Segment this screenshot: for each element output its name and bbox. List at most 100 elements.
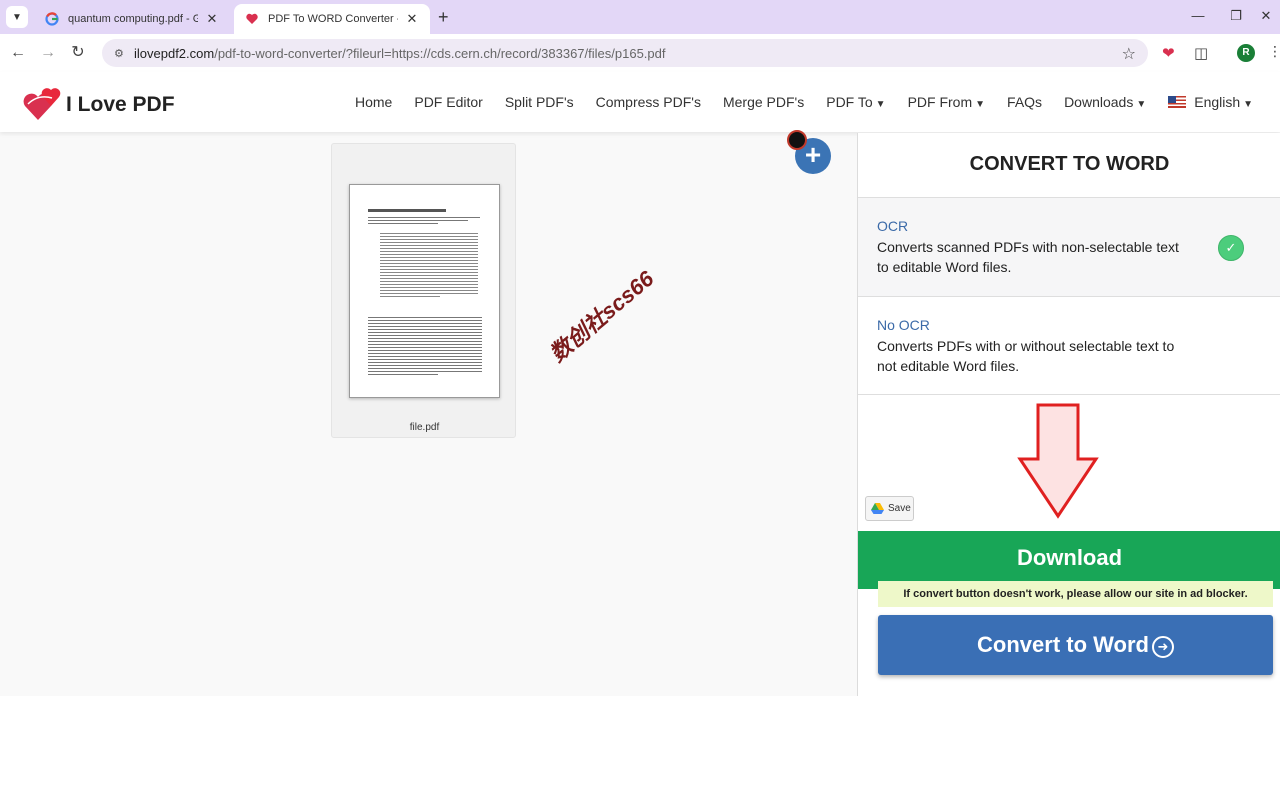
watermark-text: 数创社scs66 <box>544 265 659 367</box>
site-logo[interactable]: I Love PDF <box>22 82 175 127</box>
doc-line <box>380 290 478 291</box>
doc-line <box>380 269 478 270</box>
doc-line <box>368 220 468 221</box>
option-ocr-description: Converts scanned PDFs with non-selectabl… <box>877 239 1179 275</box>
tab-title: PDF To WORD Converter - I Lov <box>268 13 398 25</box>
convert-label: Convert to Word <box>977 632 1149 657</box>
nav-downloads[interactable]: Downloads ▼ <box>1064 94 1146 110</box>
reload-icon[interactable]: ↻ <box>68 43 88 63</box>
nav-pdf-editor[interactable]: PDF Editor <box>414 94 482 110</box>
close-icon[interactable]: ✕ <box>404 11 420 27</box>
new-tab-plus-icon[interactable]: + <box>438 7 449 28</box>
doc-line <box>368 356 482 357</box>
chevron-down-icon: ▼ <box>1136 99 1147 110</box>
doc-line <box>368 347 482 348</box>
forward-arrow-icon[interactable]: → <box>38 43 58 63</box>
site-settings-icon[interactable]: ⚙ <box>114 47 128 60</box>
chevron-down-icon: ▼ <box>12 11 22 23</box>
bookmark-star-icon[interactable]: ☆ <box>1122 44 1136 64</box>
down-arrow-icon <box>1016 403 1100 524</box>
minimize-icon[interactable]: — <box>1188 8 1208 23</box>
restore-icon[interactable]: ❐ <box>1226 8 1246 24</box>
doc-line <box>368 368 482 369</box>
doc-line <box>380 251 478 252</box>
doc-line <box>380 266 478 267</box>
pdf-thumbnail <box>349 184 500 398</box>
site-header: I Love PDF Home PDF Editor Split PDF's C… <box>0 72 1280 132</box>
nav-compress[interactable]: Compress PDF's <box>596 94 701 110</box>
option-ocr[interactable]: OCR Converts scanned PDFs with non-selec… <box>858 197 1280 296</box>
tab-title: quantum computing.pdf - Goog <box>68 13 198 25</box>
nav-pdf-from[interactable]: PDF From ▼ <box>908 94 985 110</box>
doc-line <box>368 223 438 224</box>
doc-line <box>380 260 478 261</box>
nav-pdf-from-label: PDF From <box>907 94 973 110</box>
doc-line <box>380 287 478 288</box>
address-bar[interactable]: ⚙ ilovepdf2.com/pdf-to-word-converter/?f… <box>102 39 1148 67</box>
panel-title: CONVERT TO WORD <box>969 153 1170 175</box>
main-nav: Home PDF Editor Split PDF's Compress PDF… <box>344 72 1264 132</box>
window-close-icon[interactable]: ✕ <box>1256 8 1276 24</box>
nav-downloads-label: Downloads <box>1064 94 1134 110</box>
ad-blocker-notice: If convert button doesn't work, please a… <box>878 581 1273 607</box>
doc-line <box>380 281 478 282</box>
convert-to-word-button[interactable]: Convert to Word ➜ <box>878 615 1273 675</box>
doc-line <box>368 338 482 339</box>
logo-text: I Love PDF <box>66 92 175 116</box>
doc-line <box>368 341 482 342</box>
nav-merge[interactable]: Merge PDF's <box>723 94 804 110</box>
tab-list-button[interactable]: ▼ <box>6 6 28 28</box>
ilovepdf-extension-icon[interactable]: ❤ <box>1162 44 1175 62</box>
chevron-down-icon: ▼ <box>975 99 986 110</box>
nav-split[interactable]: Split PDF's <box>505 94 574 110</box>
nav-pdf-to[interactable]: PDF To ▼ <box>826 94 885 110</box>
back-arrow-icon[interactable]: ← <box>8 43 28 63</box>
browser-tab-bar: ▼ quantum computing.pdf - Goog ✕ PDF To … <box>0 0 1280 34</box>
close-icon[interactable]: ✕ <box>204 11 220 27</box>
doc-title-line <box>368 209 446 212</box>
browser-tab-quantum[interactable]: quantum computing.pdf - Goog ✕ <box>34 4 230 34</box>
checkmark-icon: ✓ <box>1218 235 1244 261</box>
file-name: file.pdf <box>409 422 440 433</box>
more-menu-icon[interactable]: ⋮ <box>1268 43 1280 60</box>
doc-line <box>380 272 478 273</box>
download-label: Download <box>1016 545 1123 570</box>
doc-line <box>368 374 438 375</box>
browser-toolbar: ← → ↻ ⚙ ilovepdf2.com/pdf-to-word-conver… <box>0 34 1280 72</box>
arrow-right-circle-icon: ➜ <box>1151 635 1174 658</box>
page-footer-area <box>0 696 1280 800</box>
extensions-puzzle-icon[interactable]: ◫ <box>1194 44 1208 62</box>
doc-line <box>380 248 478 249</box>
language-selector[interactable]: English ▼ <box>1168 94 1253 110</box>
option-no-ocr[interactable]: No OCR Converts PDFs with or without sel… <box>858 296 1280 395</box>
doc-line <box>380 254 478 255</box>
url-path: /pdf-to-word-converter/?fileurl=https://… <box>214 45 666 61</box>
doc-line <box>368 326 482 327</box>
option-no-ocr-name: No OCR <box>877 317 930 333</box>
doc-line <box>368 365 482 366</box>
google-drive-save-button[interactable]: Save <box>865 496 914 521</box>
add-file-badge <box>787 130 807 150</box>
doc-line <box>368 317 482 318</box>
file-preview-card[interactable]: file.pdf <box>331 143 516 438</box>
option-no-ocr-description: Converts PDFs with or without selectable… <box>877 338 1175 374</box>
doc-line <box>368 362 482 363</box>
nav-home[interactable]: Home <box>355 94 392 110</box>
doc-line <box>380 293 478 294</box>
doc-line <box>368 217 480 218</box>
doc-line <box>380 236 478 237</box>
chevron-down-icon: ▼ <box>1243 99 1254 110</box>
convert-panel: CONVERT TO WORD OCR Converts scanned PDF… <box>857 133 1280 696</box>
heart-logo-icon <box>244 11 260 27</box>
profile-avatar[interactable]: R <box>1237 44 1255 62</box>
nav-faqs[interactable]: FAQs <box>1007 94 1042 110</box>
doc-line <box>368 359 482 360</box>
browser-tab-ilovepdf[interactable]: PDF To WORD Converter - I Lov ✕ <box>234 4 430 34</box>
doc-line <box>368 353 482 354</box>
doc-line <box>380 278 478 279</box>
doc-line <box>380 275 478 276</box>
doc-line <box>368 371 482 372</box>
language-label: English <box>1194 94 1241 110</box>
option-ocr-name: OCR <box>877 218 909 234</box>
doc-line <box>380 233 478 234</box>
